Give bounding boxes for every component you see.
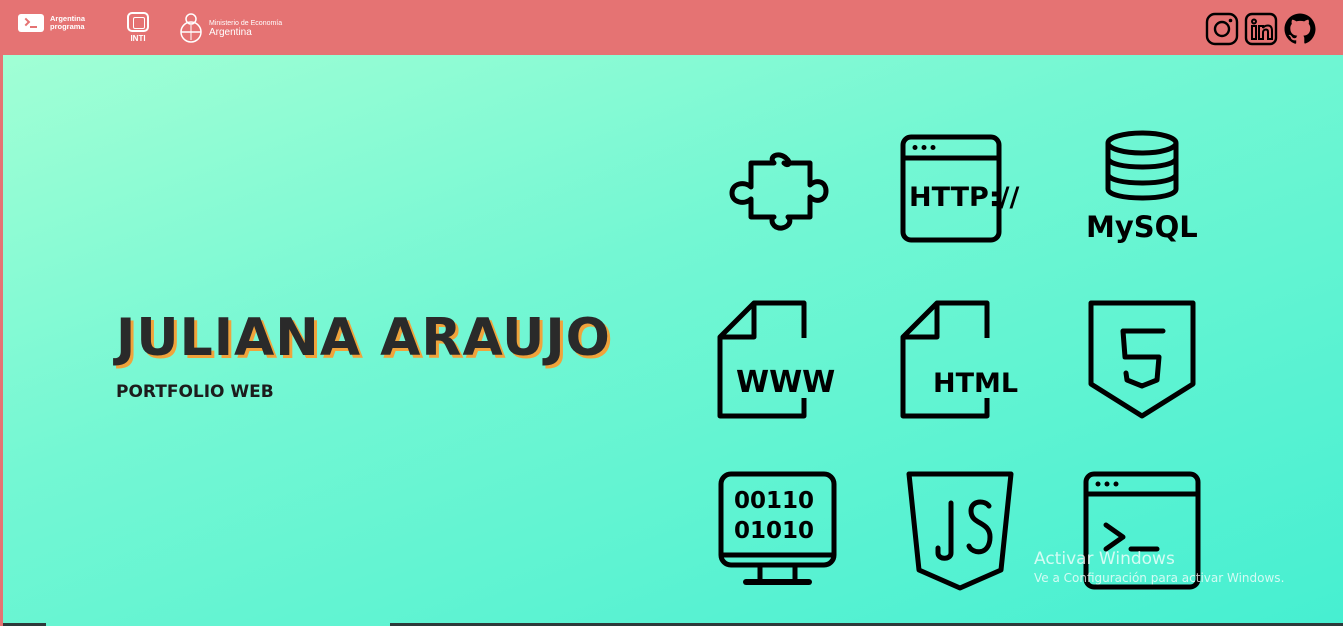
watermark-subtitle: Ve a Configuración para activar Windows. (1034, 571, 1285, 585)
hero-section: JULIANA ARAUJO PORTFOLIO WEB HTTP:// MyS… (3, 55, 1343, 626)
html5-icon (1088, 300, 1196, 419)
logo-text-line: programa (50, 22, 85, 31)
javascript-icon (906, 471, 1014, 591)
html-file-icon: HTML (900, 300, 1018, 419)
binary-monitor-icon: 00110 01010 (718, 471, 837, 585)
page-title: JULIANA ARAUJO (116, 308, 611, 368)
top-navbar: Argentina programa INTI Ministerio de Ec… (0, 0, 1343, 55)
ministerio-logo: Ministerio de Economía Argentina (179, 12, 282, 44)
icon-label: HTML (933, 368, 1018, 399)
inti-logo-text: INTI (130, 34, 146, 43)
page-subtitle: PORTFOLIO WEB (116, 382, 274, 402)
terminal-logo-icon (18, 14, 44, 32)
instagram-icon[interactable] (1205, 12, 1239, 46)
icon-label: MySQL (1086, 210, 1198, 244)
github-icon[interactable] (1283, 12, 1317, 46)
icon-label: 00110 (734, 488, 814, 514)
www-file-icon: WWW (717, 300, 835, 419)
icon-label: 01010 (734, 518, 814, 544)
watermark-title: Activar Windows (1034, 549, 1175, 569)
icon-label: WWW (736, 365, 835, 400)
icon-label: HTTP:// (909, 182, 1019, 213)
mysql-icon: MySQL (1086, 130, 1198, 244)
linkedin-icon[interactable] (1244, 12, 1278, 46)
inti-mark-icon (127, 12, 149, 32)
argentina-programa-logo: Argentina programa (18, 14, 85, 32)
http-icon: HTTP:// (900, 134, 1019, 243)
windows-activation-watermark: Activar Windows Ve a Configuración para … (1034, 548, 1284, 586)
ministerio-text: Argentina (209, 27, 252, 38)
inti-logo: INTI (127, 12, 149, 43)
coat-of-arms-icon (180, 13, 202, 43)
puzzle-icon (729, 152, 829, 231)
